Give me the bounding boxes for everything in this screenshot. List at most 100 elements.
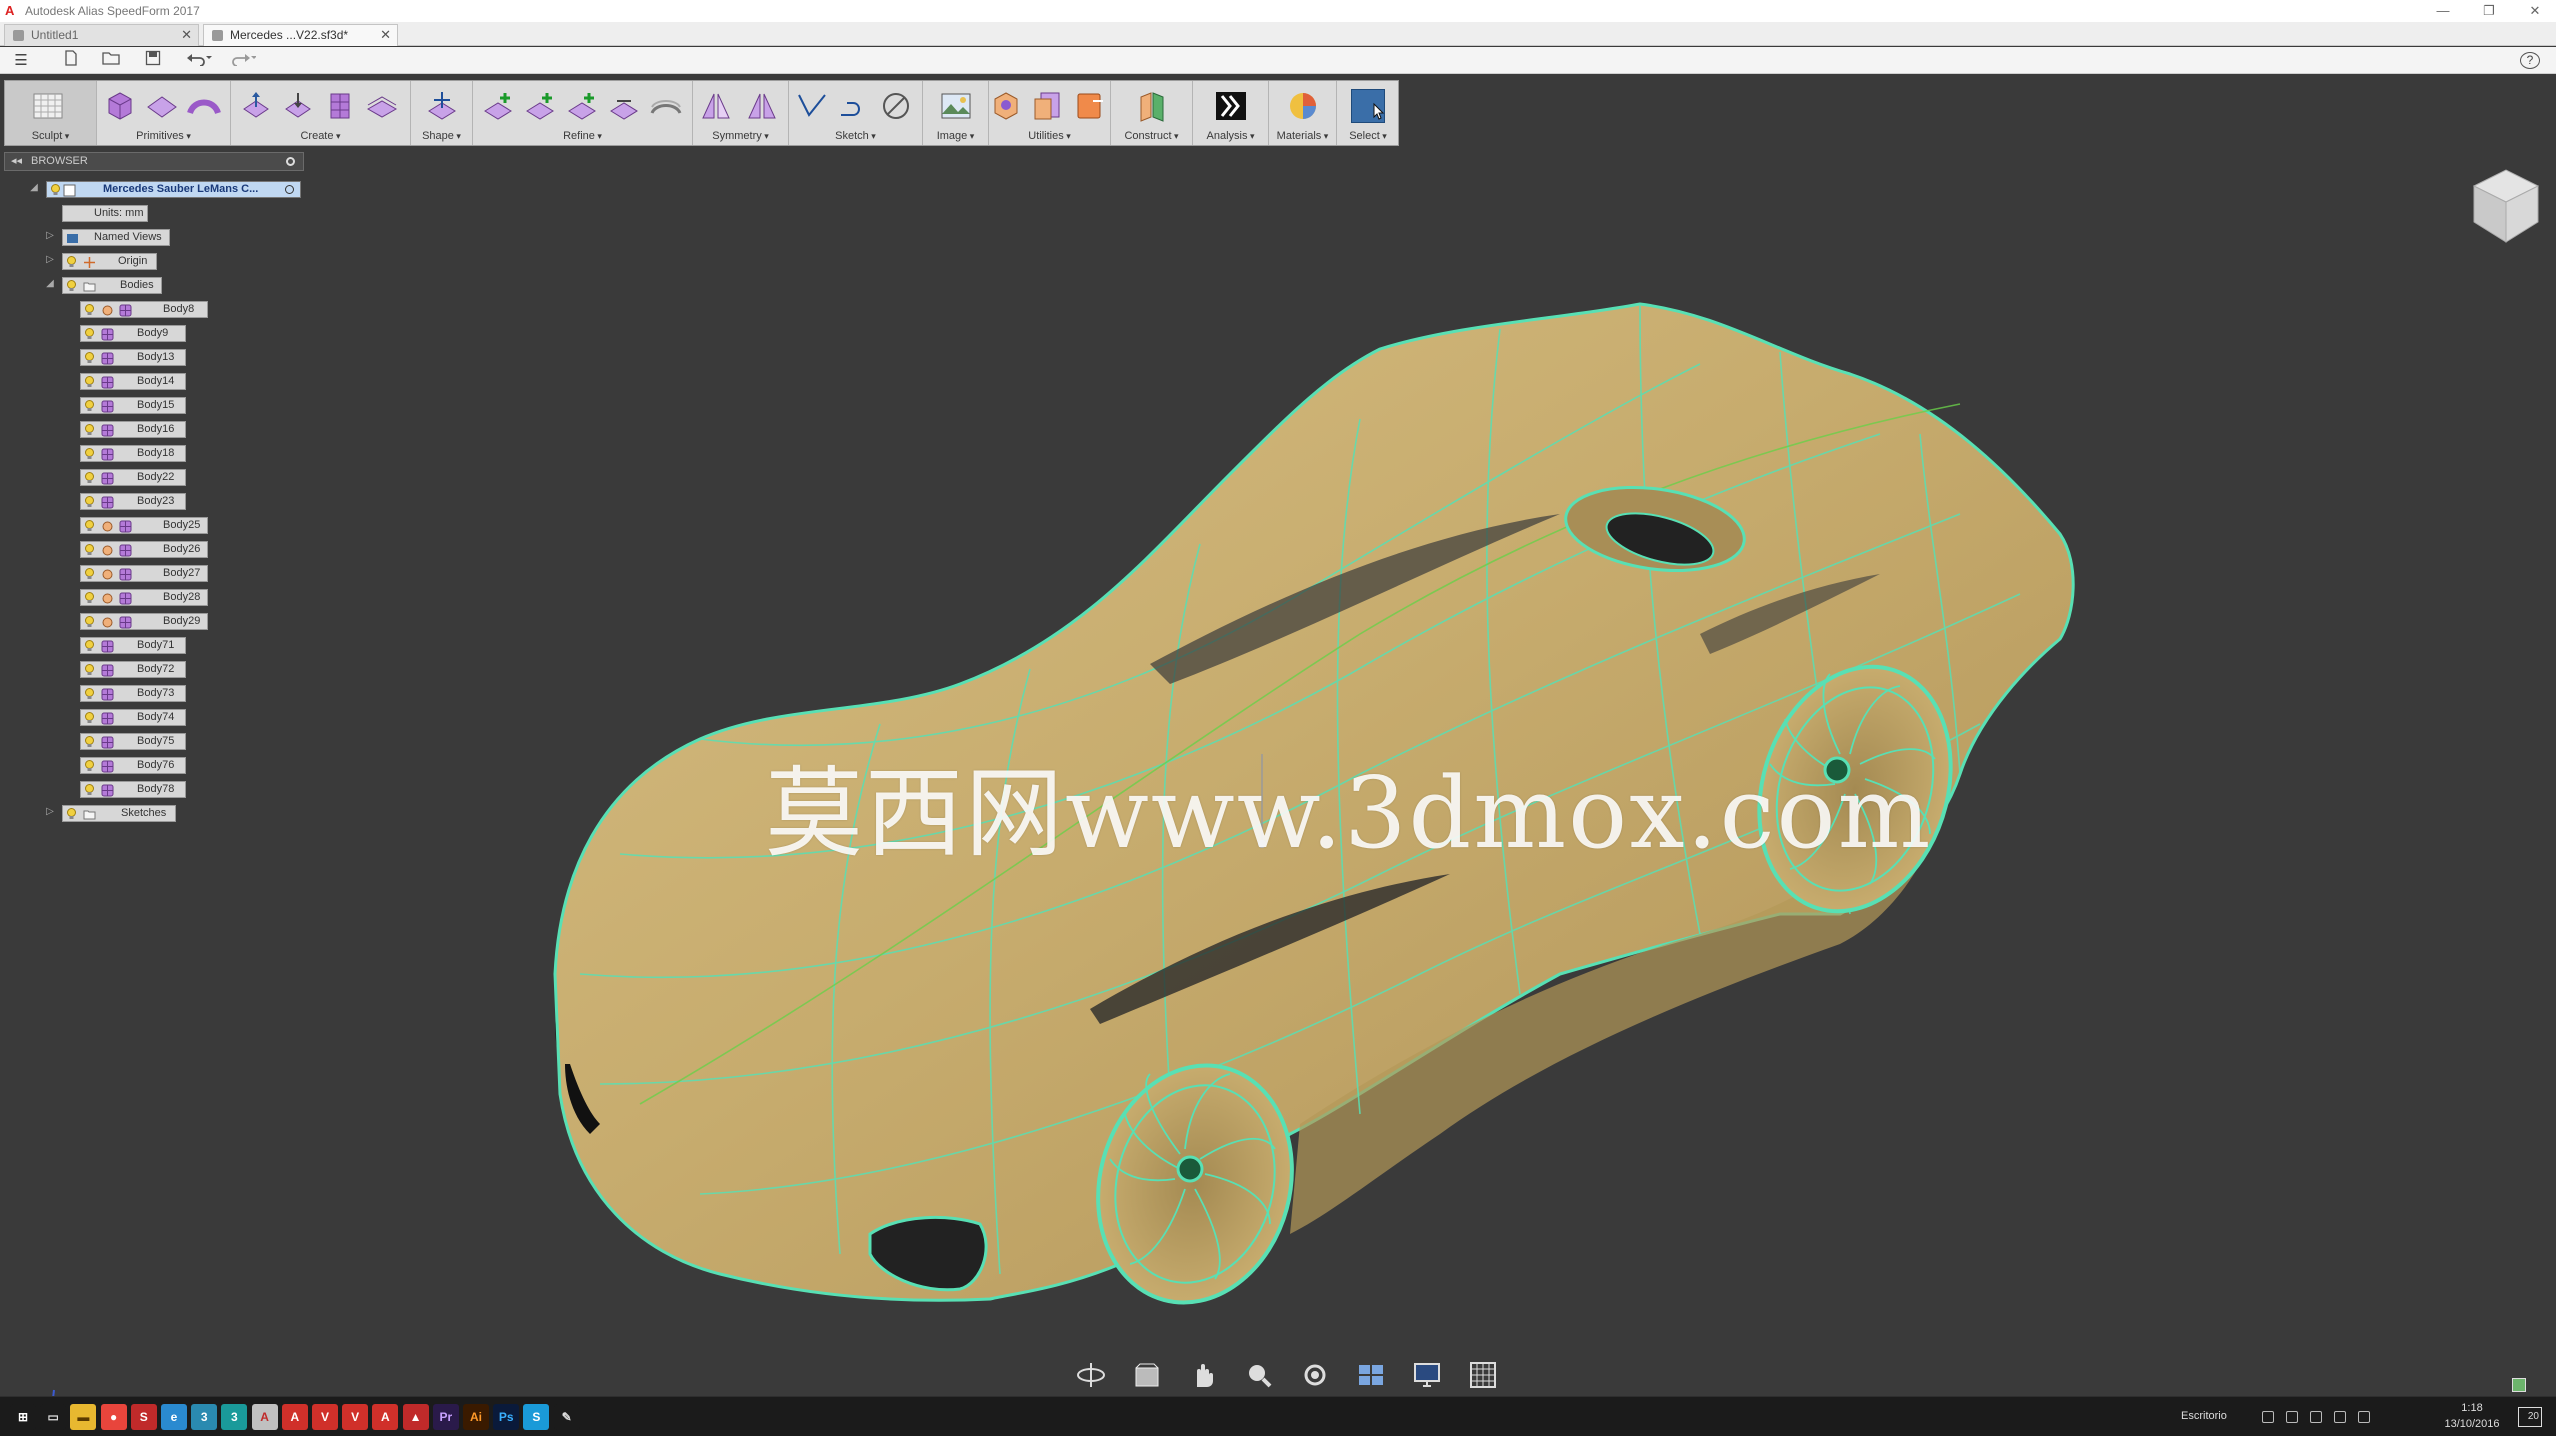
expand-toggle-icon[interactable]: ◢ [44, 278, 56, 292]
node-box[interactable]: Body73 [80, 685, 186, 702]
visibility-bulb-icon[interactable] [84, 712, 95, 724]
visibility-bulb-icon[interactable] [84, 472, 95, 484]
expand-toggle-icon[interactable]: ▷ [44, 806, 56, 820]
visibility-bulb-icon[interactable] [50, 184, 61, 196]
taskbar-edge-ie-icon[interactable]: e [159, 1403, 189, 1431]
expand-toggle-icon[interactable]: ▷ [44, 254, 56, 268]
taskbar-acrobat-icon[interactable]: A [280, 1403, 310, 1431]
node-box[interactable]: Body71 [80, 637, 186, 654]
visibility-bulb-icon[interactable] [84, 376, 95, 388]
node-box[interactable]: Body28 [80, 589, 208, 606]
expand-toggle-icon[interactable]: ◢ [28, 182, 40, 196]
action-center-icon[interactable]: 20 [2518, 1407, 2542, 1427]
taskbar-3dsmax-blue-icon[interactable]: 3 [189, 1403, 219, 1431]
visibility-bulb-icon[interactable] [84, 736, 95, 748]
node-box[interactable]: Bodies [62, 277, 162, 294]
orbit-icon[interactable] [1070, 1356, 1112, 1394]
taskbar-autocad-icon[interactable]: ▲ [401, 1403, 431, 1431]
pin-icon[interactable] [286, 157, 295, 166]
node-box[interactable]: Body13 [80, 349, 186, 366]
visibility-bulb-icon[interactable] [84, 664, 95, 676]
node-box[interactable]: Body76 [80, 757, 186, 774]
grid-icon[interactable] [1462, 1356, 1504, 1394]
tray-keyboard-icon[interactable] [2358, 1411, 2370, 1423]
tray-battery-icon[interactable] [2334, 1411, 2346, 1423]
node-box[interactable]: Body22 [80, 469, 186, 486]
node-box[interactable]: Body27 [80, 565, 208, 582]
node-box[interactable]: Named Views [62, 229, 170, 246]
node-box[interactable]: Body8 [80, 301, 208, 318]
visibility-bulb-icon[interactable] [66, 808, 77, 820]
restore-button[interactable]: ❐ [2466, 0, 2512, 22]
node-box[interactable]: Body16 [80, 421, 186, 438]
node-box[interactable]: Body18 [80, 445, 186, 462]
view-cube[interactable] [2468, 164, 2544, 255]
tray-network-icon[interactable] [2286, 1411, 2298, 1423]
node-box[interactable]: Units: mm [62, 205, 148, 222]
node-box[interactable]: Origin [62, 253, 157, 270]
taskbar-premiere-icon[interactable]: Pr [431, 1403, 461, 1431]
node-box[interactable]: Body25 [80, 517, 208, 534]
taskbar-stingray-icon[interactable]: S [129, 1403, 159, 1431]
tray-desktop-label[interactable]: Escritorio [2181, 1410, 2227, 1422]
undo-icon[interactable] [182, 50, 216, 71]
taskbar-3dsmax-teal-icon[interactable]: 3 [219, 1403, 249, 1431]
view-layout-icon[interactable] [1350, 1356, 1392, 1394]
node-box[interactable]: Body72 [80, 661, 186, 678]
node-box[interactable]: Body74 [80, 709, 186, 726]
visibility-bulb-icon[interactable] [84, 616, 95, 628]
visibility-bulb-icon[interactable] [84, 448, 95, 460]
new-file-icon[interactable] [60, 50, 82, 71]
taskbar-adobe-cc-icon[interactable]: A [370, 1403, 400, 1431]
visibility-bulb-icon[interactable] [84, 592, 95, 604]
visibility-bulb-icon[interactable] [84, 688, 95, 700]
node-box[interactable]: Body23 [80, 493, 186, 510]
visibility-bulb-icon[interactable] [84, 760, 95, 772]
node-box[interactable]: Body9 [80, 325, 186, 342]
node-box[interactable]: Sketches [62, 805, 176, 822]
tab-close-button[interactable]: ✕ [181, 25, 192, 45]
taskbar-skype-icon[interactable]: S [521, 1403, 551, 1431]
system-clock[interactable]: 1:18 13/10/2016 [2440, 1400, 2504, 1432]
collapse-browser-button[interactable]: ◂◂ [11, 153, 22, 170]
node-box[interactable]: Body75 [80, 733, 186, 750]
expand-toggle-icon[interactable]: ▷ [44, 230, 56, 244]
visibility-bulb-icon[interactable] [84, 784, 95, 796]
tab-untitled1[interactable]: Untitled1 ✕ [4, 24, 199, 46]
display-settings-icon[interactable] [1406, 1356, 1448, 1394]
visibility-bulb-icon[interactable] [84, 640, 95, 652]
taskbar-file-explorer-icon[interactable]: ▬ [68, 1403, 98, 1431]
tab-close-button[interactable]: ✕ [380, 25, 391, 45]
taskbar-chrome-icon[interactable]: ● [99, 1403, 129, 1431]
taskbar-illustrator-icon[interactable]: Ai [461, 1403, 491, 1431]
visibility-bulb-icon[interactable] [84, 520, 95, 532]
node-box[interactable]: Body78 [80, 781, 186, 798]
modeling-viewport[interactable]: 莫西网www.3dmox.com [0, 74, 2556, 1435]
active-radio-icon[interactable] [285, 185, 294, 194]
node-box[interactable]: Body14 [80, 373, 186, 390]
visibility-bulb-icon[interactable] [84, 304, 95, 316]
help-icon[interactable]: ? [2520, 52, 2540, 69]
save-icon[interactable] [142, 50, 164, 71]
node-box[interactable]: Mercedes Sauber LeMans C... [46, 181, 301, 198]
tray-volume-icon[interactable] [2310, 1411, 2322, 1423]
minimize-button[interactable]: — [2420, 0, 2466, 22]
taskbar-windows-start-icon[interactable]: ⊞ [8, 1403, 38, 1431]
visibility-bulb-icon[interactable] [84, 328, 95, 340]
taskbar-vray-icon[interactable]: V [310, 1403, 340, 1431]
visibility-bulb-icon[interactable] [84, 544, 95, 556]
node-box[interactable]: Body26 [80, 541, 208, 558]
node-box[interactable]: Body15 [80, 397, 186, 414]
taskbar-task-view-icon[interactable]: ▭ [38, 1403, 68, 1431]
fit-view-icon[interactable] [1294, 1356, 1336, 1394]
visibility-bulb-icon[interactable] [84, 424, 95, 436]
taskbar-autodesk-alias-icon[interactable]: A [250, 1403, 280, 1431]
taskbar-vray-next-icon[interactable]: V [340, 1403, 370, 1431]
taskbar-photoshop-icon[interactable]: Ps [491, 1403, 521, 1431]
visibility-bulb-icon[interactable] [66, 280, 77, 292]
visibility-bulb-icon[interactable] [84, 568, 95, 580]
visibility-bulb-icon[interactable] [66, 256, 77, 268]
tray-chevron-up-icon[interactable] [2262, 1411, 2274, 1423]
visibility-bulb-icon[interactable] [84, 496, 95, 508]
redo-icon[interactable] [226, 50, 260, 71]
